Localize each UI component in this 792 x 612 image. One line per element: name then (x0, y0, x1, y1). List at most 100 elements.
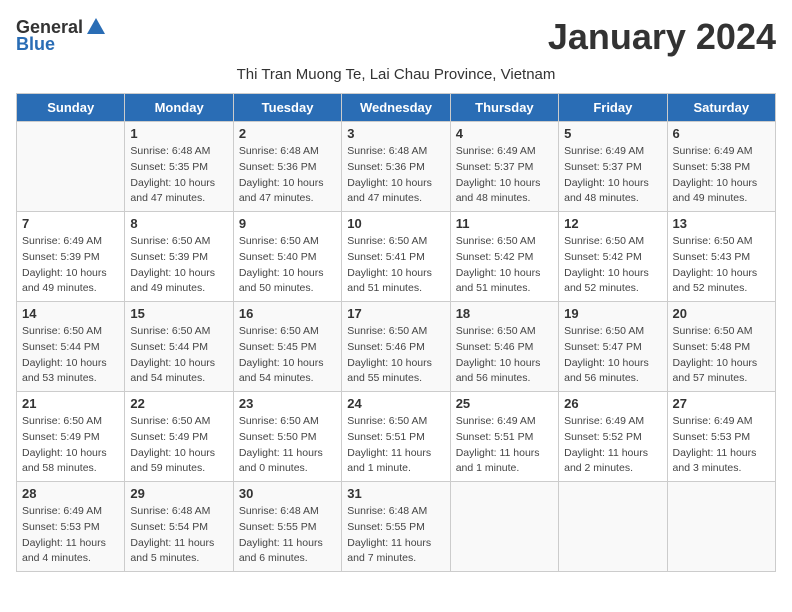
calendar-cell: 24Sunrise: 6:50 AMSunset: 5:51 PMDayligh… (342, 392, 450, 482)
day-detail: Sunrise: 6:48 AMSunset: 5:55 PMDaylight:… (347, 504, 444, 567)
day-number: 19 (564, 306, 661, 321)
day-number: 9 (239, 216, 336, 231)
day-number: 4 (456, 126, 553, 141)
day-number: 13 (673, 216, 770, 231)
calendar-cell: 7Sunrise: 6:49 AMSunset: 5:39 PMDaylight… (17, 212, 125, 302)
logo: General Blue (16, 16, 107, 55)
day-detail: Sunrise: 6:50 AMSunset: 5:45 PMDaylight:… (239, 324, 336, 387)
calendar-cell: 13 Sunrise: 6:50 AMSunset: 5:43 PMDayligh… (667, 212, 775, 302)
calendar-cell: 19 Sunrise: 6:50 AMSunset: 5:47 PMDayligh… (559, 302, 667, 392)
header: General Blue January 2024 (16, 16, 776, 58)
week-row-3: 14Sunrise: 6:50 AMSunset: 5:44 PMDayligh… (17, 302, 776, 392)
day-detail: Sunrise: 6:50 AMSunset: 5:49 PMDaylight:… (22, 414, 119, 477)
calendar-cell: 18Sunrise: 6:50 AMSunset: 5:46 PMDayligh… (450, 302, 558, 392)
days-header-row: SundayMondayTuesdayWednesdayThursdayFrid… (17, 94, 776, 122)
calendar-cell: 30Sunrise: 6:48 AMSunset: 5:55 PMDayligh… (233, 482, 341, 572)
calendar-cell: 10 Sunrise: 6:50 AMSunset: 5:41 PMDayligh… (342, 212, 450, 302)
day-header-thursday: Thursday (450, 94, 558, 122)
week-row-2: 7Sunrise: 6:49 AMSunset: 5:39 PMDaylight… (17, 212, 776, 302)
day-detail: Sunrise: 6:50 AMSunset: 5:39 PMDaylight:… (130, 234, 227, 297)
day-number: 7 (22, 216, 119, 231)
day-detail: Sunrise: 6:50 AMSunset: 5:49 PMDaylight:… (130, 414, 227, 477)
calendar-cell: 22 Sunrise: 6:50 AMSunset: 5:49 PMDayligh… (125, 392, 233, 482)
day-detail: Sunrise: 6:50 AMSunset: 5:41 PMDaylight:… (347, 234, 444, 297)
calendar-cell: 15Sunrise: 6:50 AMSunset: 5:44 PMDayligh… (125, 302, 233, 392)
calendar-cell (667, 482, 775, 572)
calendar-cell: 6Sunrise: 6:49 AMSunset: 5:38 PMDaylight… (667, 122, 775, 212)
day-number: 28 (22, 486, 119, 501)
calendar-body: 1 Sunrise: 6:48 AMSunset: 5:35 PMDaylight… (17, 122, 776, 572)
calendar-cell: 5 Sunrise: 6:49 AMSunset: 5:37 PMDaylight… (559, 122, 667, 212)
day-detail: Sunrise: 6:49 AMSunset: 5:37 PMDaylight:… (456, 144, 553, 207)
day-detail: Sunrise: 6:48 AMSunset: 5:36 PMDaylight:… (239, 144, 336, 207)
calendar-cell: 25 Sunrise: 6:49 AMSunset: 5:51 PMDayligh… (450, 392, 558, 482)
day-number: 11 (456, 216, 553, 231)
day-number: 16 (239, 306, 336, 321)
day-number: 25 (456, 396, 553, 411)
day-number: 5 (564, 126, 661, 141)
day-detail: Sunrise: 6:49 AMSunset: 5:51 PMDaylight:… (456, 414, 553, 477)
day-detail: Sunrise: 6:50 AMSunset: 5:50 PMDaylight:… (239, 414, 336, 477)
day-number: 24 (347, 396, 444, 411)
day-number: 22 (130, 396, 227, 411)
calendar-cell: 12 Sunrise: 6:50 AMSunset: 5:42 PMDayligh… (559, 212, 667, 302)
day-number: 21 (22, 396, 119, 411)
calendar-cell: 14Sunrise: 6:50 AMSunset: 5:44 PMDayligh… (17, 302, 125, 392)
day-detail: Sunrise: 6:49 AMSunset: 5:38 PMDaylight:… (673, 144, 770, 207)
day-detail: Sunrise: 6:50 AMSunset: 5:46 PMDaylight:… (456, 324, 553, 387)
day-header-friday: Friday (559, 94, 667, 122)
day-number: 29 (130, 486, 227, 501)
day-number: 20 (673, 306, 770, 321)
calendar-cell: 2Sunrise: 6:48 AMSunset: 5:36 PMDaylight… (233, 122, 341, 212)
day-detail: Sunrise: 6:48 AMSunset: 5:55 PMDaylight:… (239, 504, 336, 567)
day-detail: Sunrise: 6:49 AMSunset: 5:37 PMDaylight:… (564, 144, 661, 207)
day-detail: Sunrise: 6:49 AMSunset: 5:53 PMDaylight:… (22, 504, 119, 567)
day-detail: Sunrise: 6:50 AMSunset: 5:48 PMDaylight:… (673, 324, 770, 387)
day-detail: Sunrise: 6:49 AMSunset: 5:53 PMDaylight:… (673, 414, 770, 477)
day-header-sunday: Sunday (17, 94, 125, 122)
day-detail: Sunrise: 6:49 AMSunset: 5:52 PMDaylight:… (564, 414, 661, 477)
day-number: 12 (564, 216, 661, 231)
day-number: 14 (22, 306, 119, 321)
day-number: 1 (130, 126, 227, 141)
day-number: 10 (347, 216, 444, 231)
week-row-5: 28 Sunrise: 6:49 AMSunset: 5:53 PMDayligh… (17, 482, 776, 572)
day-detail: Sunrise: 6:50 AMSunset: 5:43 PMDaylight:… (673, 234, 770, 297)
calendar-cell: 23 Sunrise: 6:50 AMSunset: 5:50 PMDayligh… (233, 392, 341, 482)
day-number: 17 (347, 306, 444, 321)
day-number: 8 (130, 216, 227, 231)
day-number: 31 (347, 486, 444, 501)
calendar-cell: 8 Sunrise: 6:50 AMSunset: 5:39 PMDaylight… (125, 212, 233, 302)
day-detail: Sunrise: 6:50 AMSunset: 5:42 PMDaylight:… (564, 234, 661, 297)
week-row-1: 1 Sunrise: 6:48 AMSunset: 5:35 PMDaylight… (17, 122, 776, 212)
calendar-cell (559, 482, 667, 572)
calendar-cell: 3 Sunrise: 6:48 AMSunset: 5:36 PMDaylight… (342, 122, 450, 212)
subtitle: Thi Tran Muong Te, Lai Chau Province, Vi… (16, 66, 776, 83)
day-number: 23 (239, 396, 336, 411)
day-detail: Sunrise: 6:48 AMSunset: 5:35 PMDaylight:… (130, 144, 227, 207)
logo-icon (85, 16, 107, 38)
day-number: 27 (673, 396, 770, 411)
calendar-cell: 11Sunrise: 6:50 AMSunset: 5:42 PMDayligh… (450, 212, 558, 302)
day-header-wednesday: Wednesday (342, 94, 450, 122)
calendar-table: SundayMondayTuesdayWednesdayThursdayFrid… (16, 93, 776, 572)
week-row-4: 21 Sunrise: 6:50 AMSunset: 5:49 PMDayligh… (17, 392, 776, 482)
day-header-tuesday: Tuesday (233, 94, 341, 122)
calendar-cell (17, 122, 125, 212)
calendar-cell: 16 Sunrise: 6:50 AMSunset: 5:45 PMDayligh… (233, 302, 341, 392)
calendar-cell: 31 Sunrise: 6:48 AMSunset: 5:55 PMDayligh… (342, 482, 450, 572)
day-detail: Sunrise: 6:50 AMSunset: 5:47 PMDaylight:… (564, 324, 661, 387)
day-header-monday: Monday (125, 94, 233, 122)
day-detail: Sunrise: 6:50 AMSunset: 5:46 PMDaylight:… (347, 324, 444, 387)
day-detail: Sunrise: 6:48 AMSunset: 5:36 PMDaylight:… (347, 144, 444, 207)
day-header-saturday: Saturday (667, 94, 775, 122)
day-number: 26 (564, 396, 661, 411)
day-detail: Sunrise: 6:48 AMSunset: 5:54 PMDaylight:… (130, 504, 227, 567)
day-number: 3 (347, 126, 444, 141)
day-detail: Sunrise: 6:50 AMSunset: 5:40 PMDaylight:… (239, 234, 336, 297)
calendar-cell: 28 Sunrise: 6:49 AMSunset: 5:53 PMDayligh… (17, 482, 125, 572)
calendar-cell: 20 Sunrise: 6:50 AMSunset: 5:48 PMDayligh… (667, 302, 775, 392)
calendar-cell: 17 Sunrise: 6:50 AMSunset: 5:46 PMDayligh… (342, 302, 450, 392)
calendar-cell: 27 Sunrise: 6:49 AMSunset: 5:53 PMDayligh… (667, 392, 775, 482)
calendar-cell: 1 Sunrise: 6:48 AMSunset: 5:35 PMDaylight… (125, 122, 233, 212)
